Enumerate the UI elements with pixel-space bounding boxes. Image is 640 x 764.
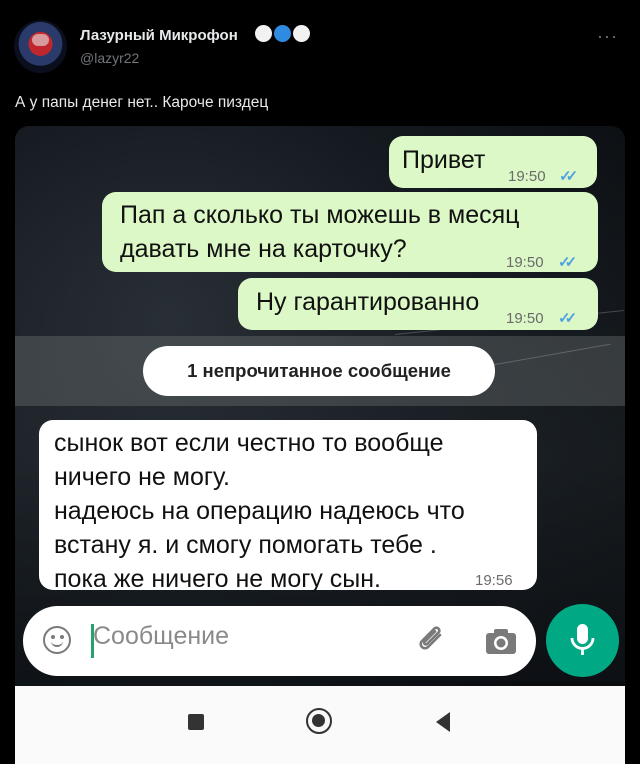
message-time: 19:50: [506, 254, 544, 271]
message-bubble-outgoing[interactable]: Ну гарантированно 19:50 ✓✓: [238, 278, 598, 330]
blue-heart-icon: [274, 25, 291, 42]
author-handle[interactable]: @lazyr22: [80, 50, 139, 66]
tweet-header: Лазурный Микрофон @lazyr22 ···: [0, 0, 640, 90]
read-ticks-icon: ✓✓: [559, 168, 578, 185]
message-text: Ну гарантированно: [256, 288, 480, 316]
author-emojis: [255, 25, 310, 42]
system-navigation-bar: [15, 686, 625, 764]
microphone-icon: [570, 624, 595, 655]
nav-home-icon[interactable]: [306, 708, 332, 734]
emoji-icon[interactable]: [43, 626, 71, 654]
message-line: встану я. и смогу помогать тебе .: [54, 531, 437, 559]
message-line: сынок вот если честно то вообще: [54, 429, 444, 457]
white-heart-icon: [293, 25, 310, 42]
message-time: 19:50: [506, 310, 544, 327]
message-line: давать мне на карточку?: [120, 235, 407, 263]
message-text: Пап а сколько ты можешь в месяц давать м…: [120, 198, 519, 266]
message-input-bar[interactable]: Сообщение: [23, 606, 536, 676]
message-bubble-outgoing[interactable]: Привет 19:50 ✓✓: [389, 136, 597, 188]
author-name[interactable]: Лазурный Микрофон: [80, 27, 238, 44]
message-time: 19:50: [508, 168, 546, 185]
unread-messages-divider: 1 непрочитанное сообщение: [143, 346, 495, 396]
tweet-text: А у папы денег нет.. Кароче пиздец: [15, 94, 269, 111]
message-line: пока же ничего не могу сын.: [54, 565, 382, 593]
read-ticks-icon: ✓✓: [558, 310, 577, 327]
white-heart-icon: [255, 25, 272, 42]
message-line: ничего не могу.: [54, 463, 230, 491]
message-bubble-incoming[interactable]: сынок вот если честно то вообще ничего н…: [39, 420, 537, 593]
chat-screenshot[interactable]: Привет 19:50 ✓✓ Пап а сколько ты можешь …: [15, 126, 625, 764]
message-time: 19:56: [475, 572, 513, 589]
microphone-button[interactable]: [546, 604, 619, 677]
message-bubble-outgoing[interactable]: Пап а сколько ты можешь в месяц давать м…: [102, 192, 598, 272]
avatar[interactable]: [14, 20, 67, 73]
message-line: Пап а сколько ты можешь в месяц: [120, 201, 520, 229]
attach-paperclip-icon[interactable]: [416, 624, 450, 658]
camera-icon[interactable]: [484, 626, 518, 656]
nav-back-icon[interactable]: [436, 712, 450, 732]
more-options-icon[interactable]: ···: [597, 26, 618, 47]
message-text: Привет: [402, 146, 486, 174]
message-input[interactable]: Сообщение: [93, 622, 229, 651]
message-line: надеюсь на операцию надеюсь что: [54, 497, 465, 525]
message-text: сынок вот если честно то вообще ничего н…: [54, 426, 465, 596]
read-ticks-icon: ✓✓: [558, 254, 577, 271]
nav-recents-icon[interactable]: [188, 714, 204, 730]
